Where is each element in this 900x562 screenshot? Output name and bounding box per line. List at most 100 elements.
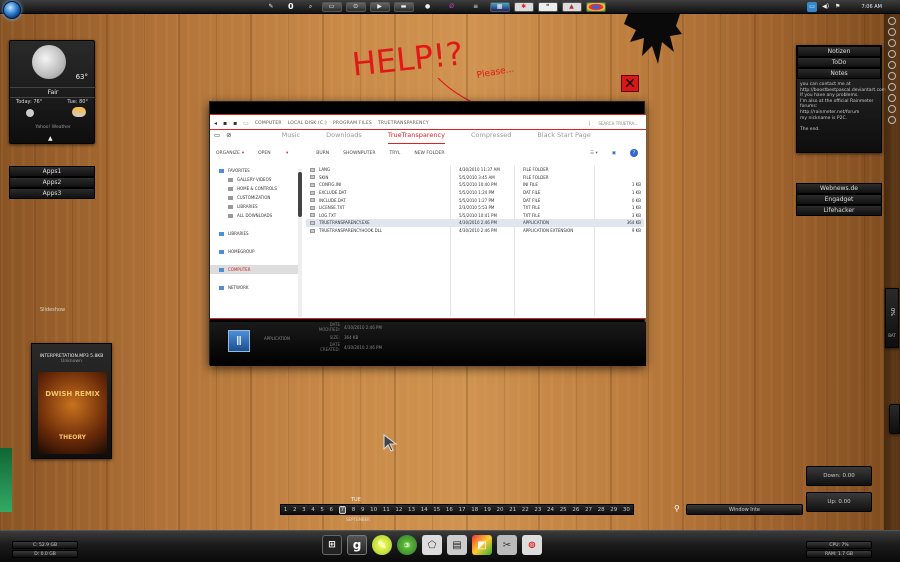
calendar-day[interactable]: 10 — [370, 507, 377, 513]
pencil-icon[interactable]: ✎ — [264, 2, 278, 12]
rail-circle-icon[interactable] — [888, 39, 896, 47]
calendar-day[interactable]: 14 — [421, 507, 428, 513]
clock[interactable]: 7:06 AM — [861, 4, 882, 10]
todo-tab[interactable]: ToDo — [797, 57, 881, 68]
open-button[interactable]: OPEN ▾ — [258, 151, 302, 156]
recent-icon[interactable]: ▪ — [233, 120, 237, 127]
google-icon[interactable]: g — [347, 535, 367, 555]
folder-tab-icon[interactable]: ▭ — [214, 131, 220, 144]
notification-icon[interactable]: ③ — [397, 535, 417, 555]
painter-icon[interactable]: ◩ — [472, 535, 492, 555]
shield-button[interactable]: ▲ — [561, 1, 582, 12]
file-row[interactable]: INCLUDE.DAT 5/5/2010 1:27 PM DAT FILE 0 KB — [306, 196, 644, 204]
file-row[interactable]: SKIN 5/5/2010 3:45 AM FILE FOLDER — [306, 174, 644, 182]
dots-button[interactable]: ⊙ — [345, 1, 366, 12]
rail-circle-icon[interactable] — [888, 28, 896, 36]
burn-button[interactable]: BURN — [316, 151, 329, 156]
apps2-button[interactable]: Apps2 — [9, 177, 95, 188]
nav-item[interactable]: FAVORITES — [210, 166, 298, 175]
windows-button[interactable]: ▦ — [489, 1, 510, 12]
tab-black-start-page[interactable]: Black Start Page — [537, 131, 590, 144]
shownputer-button[interactable]: SHOWNPUTER — [343, 151, 375, 156]
flag-icon[interactable]: ⚑ — [835, 3, 840, 10]
calendar-day[interactable]: 19 — [484, 507, 491, 513]
calendar-day[interactable]: 27 — [585, 507, 592, 513]
folder-button[interactable]: ▬ — [393, 1, 414, 12]
tab-downloads[interactable]: Downloads — [326, 131, 362, 144]
rail-circle-icon[interactable] — [888, 50, 896, 58]
forward-icon[interactable]: ▪ — [223, 120, 227, 127]
close-x-button[interactable]: ✕ — [621, 75, 639, 92]
tennis-icon[interactable]: ✎ — [372, 535, 392, 555]
list-button[interactable]: ≡ — [466, 2, 486, 12]
calendar-day[interactable]: 7 — [338, 505, 347, 514]
nav-item[interactable]: ALL DOWNLOADS — [210, 211, 298, 220]
rail-circle-icon[interactable] — [888, 105, 896, 113]
file-row[interactable]: TRUETRANSPARENCYHOOK.DLL 4/30/2010 2:46 P… — [306, 227, 644, 235]
file-row[interactable]: LOG.TXT 5/5/2010 10:41 PM TXT FILE 3 KB — [306, 212, 644, 220]
collapse-arrow-icon[interactable]: ▲ — [48, 135, 53, 142]
help-icon[interactable]: ? — [630, 149, 638, 157]
link-engadget[interactable]: Engadget — [796, 194, 882, 205]
breadcrumb-programfiles[interactable]: PROGRAM FILES — [333, 121, 372, 126]
play-button[interactable]: ▶ — [369, 1, 390, 12]
nav-scrollbar-thumb[interactable] — [298, 172, 302, 217]
bottom-search-input[interactable]: Window Inte — [686, 504, 803, 515]
volume-icon[interactable]: ◀) — [822, 3, 829, 10]
view-options-icon[interactable]: ☰ ▾ — [590, 151, 598, 156]
calendar-day[interactable]: 23 — [534, 507, 541, 513]
nav-item[interactable]: NETWORK — [210, 283, 298, 292]
save-icon[interactable]: ▤ — [447, 535, 467, 555]
file-row[interactable]: EXCLUDE.DAT 5/5/2010 1:24 PM DAT FILE 1 KB — [306, 189, 644, 197]
block-icon[interactable]: ⊘ — [226, 131, 231, 144]
breadcrumb-computer[interactable]: COMPUTER — [255, 121, 282, 126]
rail-circle-icon[interactable] — [888, 17, 896, 25]
nav-item[interactable]: HOMEGROUP — [210, 247, 298, 256]
back-icon[interactable]: ◂ — [214, 120, 217, 127]
nav-item[interactable]: HOME & CONTROLS — [210, 184, 298, 193]
calendar-day[interactable]: 29 — [610, 507, 617, 513]
calendar-day[interactable]: 6 — [330, 507, 334, 513]
apps3-button[interactable]: Apps3 — [9, 188, 95, 199]
window-button[interactable]: ▭ — [321, 1, 342, 12]
nav-item[interactable]: CUSTOMIZATION — [210, 193, 298, 202]
tab-compressed[interactable]: Compressed — [471, 131, 511, 144]
calendar-day[interactable]: 25 — [560, 507, 567, 513]
file-row[interactable]: LICENSE.TXT 2/3/2010 5:53 PM TXT FILE 1 KB — [306, 204, 644, 212]
calendar-day[interactable]: 22 — [522, 507, 529, 513]
calendar-day[interactable]: 1 — [284, 507, 288, 513]
side-toggle-button[interactable] — [889, 404, 900, 434]
search-field[interactable]: SEARCH TRUETRA... — [589, 121, 638, 126]
start-orb[interactable] — [3, 1, 21, 19]
quote-button[interactable]: ❝ — [537, 1, 558, 12]
calendar-day[interactable]: 11 — [383, 507, 390, 513]
star-button[interactable]: ✱ — [513, 1, 534, 12]
calendar-day[interactable]: 30 — [623, 507, 630, 513]
calendar-day[interactable]: 20 — [496, 507, 503, 513]
eraser-icon[interactable]: ⬠ — [422, 535, 442, 555]
calendar-day[interactable]: 3 — [302, 507, 306, 513]
calendar-day[interactable]: 5 — [320, 507, 324, 513]
file-row[interactable]: LANG 4/30/2010 11:37 AM FILE FOLDER — [306, 166, 644, 174]
calendar-day[interactable]: 28 — [598, 507, 605, 513]
rail-circle-icon[interactable] — [888, 61, 896, 69]
calendar-day[interactable]: 21 — [509, 507, 516, 513]
calendar-day[interactable]: 26 — [572, 507, 579, 513]
calendar-day[interactable]: 4 — [311, 507, 315, 513]
organize-button[interactable]: ORGANIZE — [216, 151, 240, 156]
breadcrumb-localdisk[interactable]: LOCAL DISK (C:) — [288, 121, 327, 126]
nav-item[interactable]: COMPUTER — [210, 265, 298, 274]
rail-circle-icon[interactable] — [888, 116, 896, 124]
rail-circle-icon[interactable] — [888, 72, 896, 80]
nav-item[interactable]: LIBRARIES — [210, 229, 298, 238]
tab-music[interactable]: Music — [282, 131, 301, 144]
calendar-day[interactable]: 17 — [459, 507, 466, 513]
network-icon[interactable]: ⊞ — [322, 535, 342, 555]
rail-circle-icon[interactable] — [888, 83, 896, 91]
calendar-day[interactable]: 12 — [395, 507, 402, 513]
chrome-button[interactable] — [585, 1, 606, 12]
calendar-day[interactable]: 13 — [408, 507, 415, 513]
notes-tab[interactable]: Notes — [797, 68, 881, 79]
avatar-button[interactable]: ● — [418, 2, 438, 12]
apps1-button[interactable]: Apps1 — [9, 166, 95, 177]
